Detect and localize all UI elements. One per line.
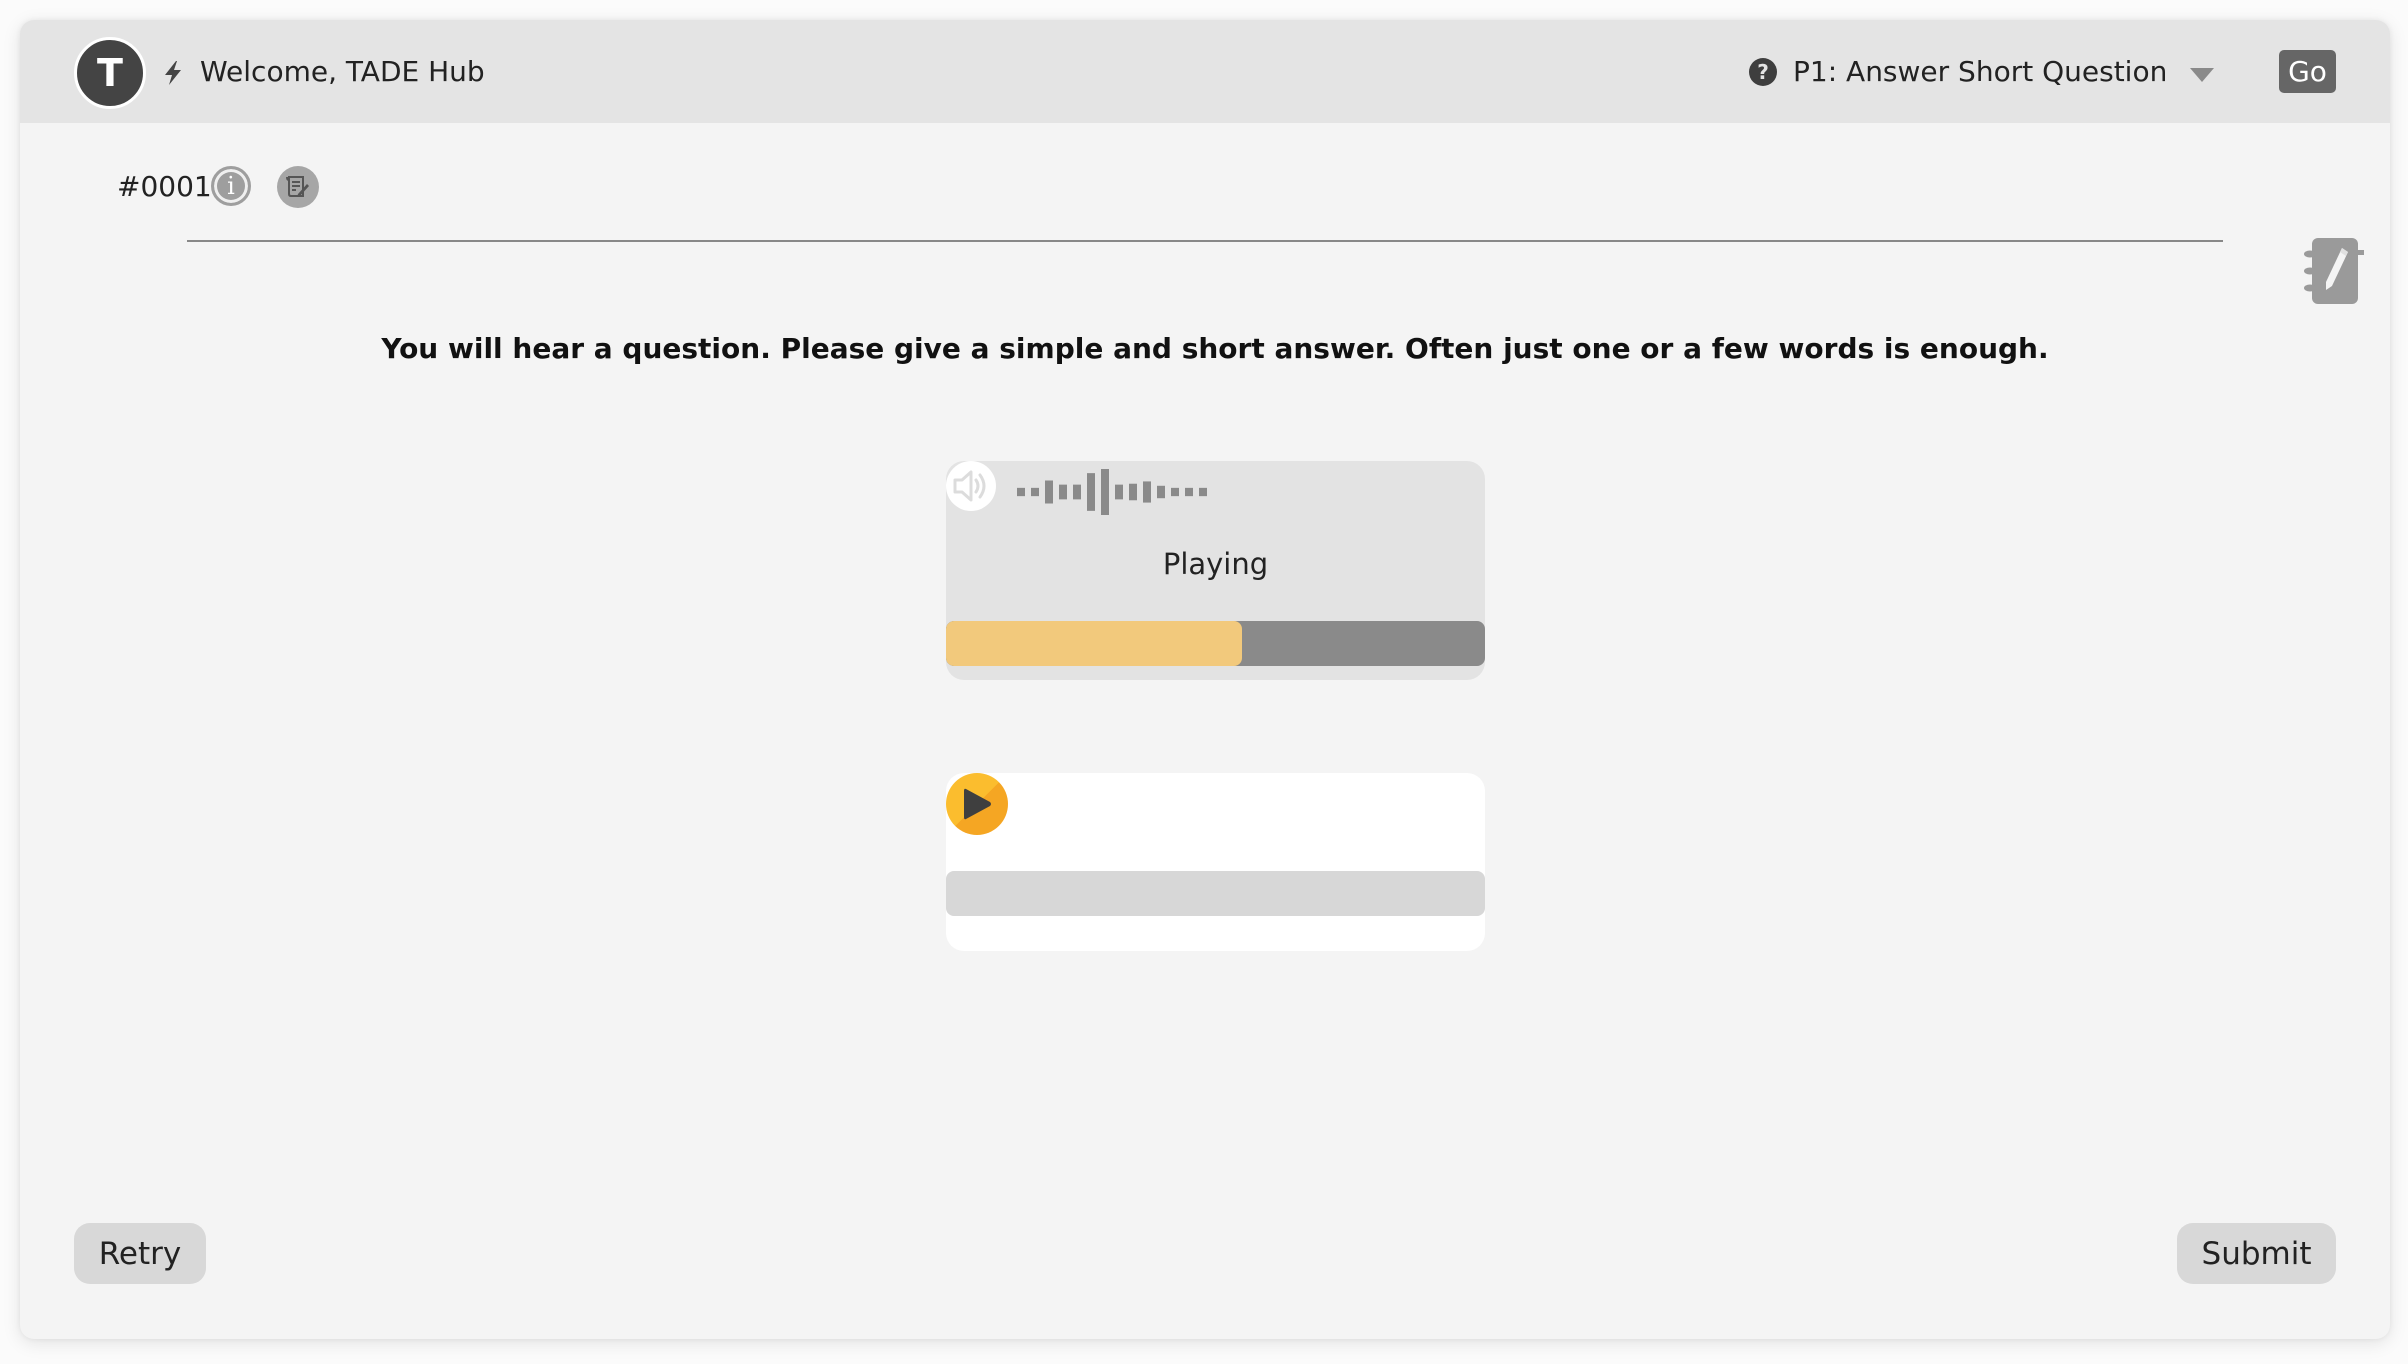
waveform-bar <box>1199 487 1207 497</box>
play-icon <box>964 788 991 820</box>
header-bar: T Welcome, TADE Hub ? P1: Answer Short Q… <box>20 20 2390 123</box>
waveform-bar <box>1115 484 1123 500</box>
bolt-icon <box>165 61 181 85</box>
waveform-bar <box>1087 473 1095 511</box>
playback-progress-fill <box>946 621 1243 666</box>
waveform-bar <box>1059 484 1067 500</box>
waveform <box>1017 469 1207 515</box>
notebook-icon[interactable] <box>2302 236 2366 306</box>
note-icon[interactable] <box>277 166 319 208</box>
chevron-down-icon[interactable] <box>2190 68 2214 82</box>
submit-button[interactable]: Submit <box>2177 1223 2336 1284</box>
waveform-bar <box>1073 484 1081 500</box>
go-button[interactable]: Go <box>2279 50 2336 93</box>
help-icon[interactable]: ? <box>1749 58 1777 86</box>
avatar[interactable]: T <box>74 37 146 109</box>
waveform-bar <box>1185 487 1193 497</box>
question-id: #0001 <box>117 170 212 203</box>
waveform-bar <box>1129 483 1137 501</box>
playback-status: Playing <box>1162 547 1269 581</box>
waveform-bar <box>1101 469 1109 515</box>
retry-button[interactable]: Retry <box>74 1223 206 1284</box>
prompt-audio-player: Playing <box>946 461 1485 680</box>
welcome-text: Welcome, TADE Hub <box>200 55 485 88</box>
divider <box>187 240 2223 242</box>
speaker-icon <box>946 461 996 511</box>
app-window: T Welcome, TADE Hub ? P1: Answer Short Q… <box>20 20 2390 1339</box>
recording-progress-bar <box>946 871 1485 916</box>
waveform-bar <box>1031 487 1039 497</box>
waveform-bar <box>1157 485 1165 499</box>
play-button[interactable] <box>946 773 1008 835</box>
playback-progress-bar <box>946 621 1485 666</box>
response-recorder <box>946 773 1485 951</box>
instruction-text: You will hear a question. Please give a … <box>381 332 2049 365</box>
waveform-bar <box>1171 487 1179 497</box>
task-select[interactable]: P1: Answer Short Question <box>1793 53 2167 91</box>
info-icon[interactable]: i <box>211 166 251 206</box>
waveform-bar <box>1045 480 1053 504</box>
waveform-bar <box>1017 487 1025 497</box>
note-glyph-icon <box>286 176 309 197</box>
waveform-bar <box>1143 481 1151 503</box>
